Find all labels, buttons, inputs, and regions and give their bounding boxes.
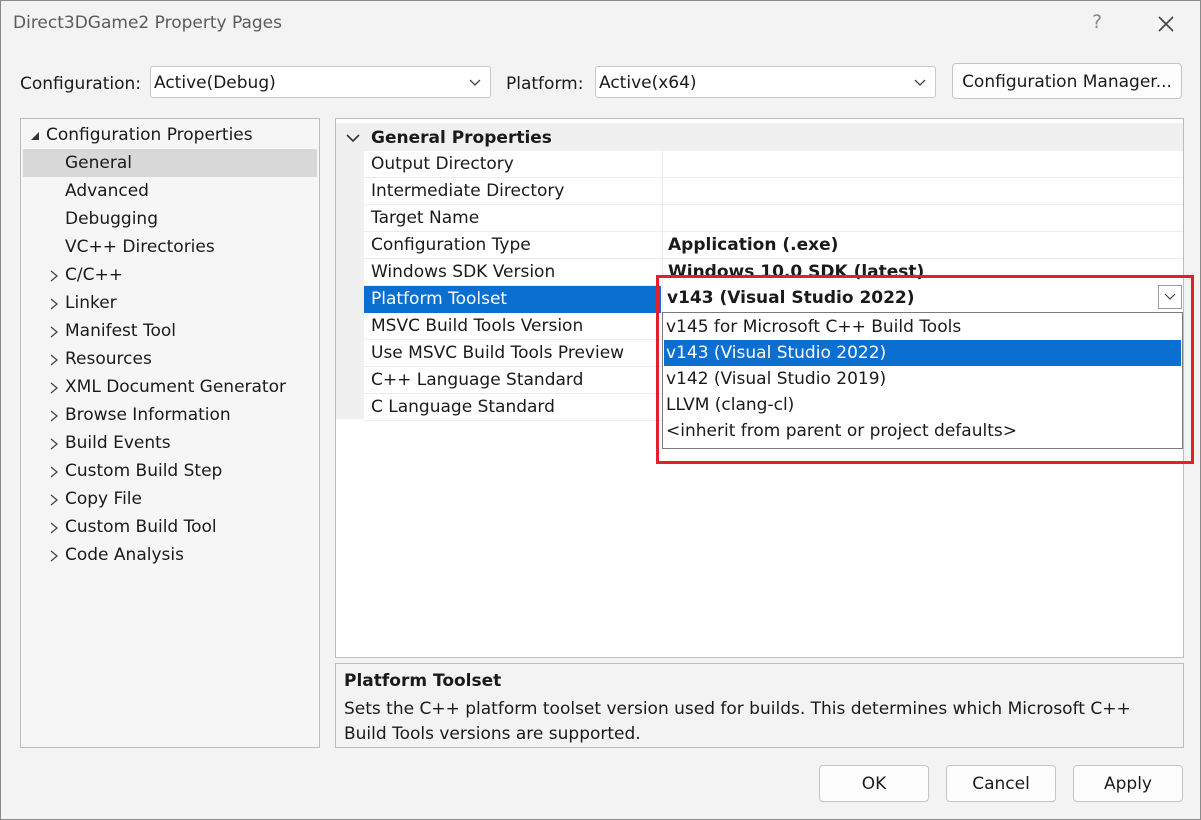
- configuration-value: Active(Debug): [154, 73, 276, 93]
- tree-item-custom-build-tool[interactable]: Custom Build Tool: [21, 513, 319, 541]
- property-name: C Language Standard: [371, 397, 555, 417]
- expand-arrow-icon: [50, 522, 59, 534]
- platform-value: Active(x64): [599, 73, 697, 93]
- expand-arrow-icon: [50, 466, 59, 478]
- expand-arrow-icon: [50, 410, 59, 422]
- property-row[interactable]: Target Name: [364, 205, 1183, 232]
- property-name: Configuration Type: [371, 235, 531, 255]
- tree-item-advanced[interactable]: Advanced: [21, 177, 319, 205]
- expand-arrow-icon: [50, 550, 59, 562]
- property-row[interactable]: Windows SDK Version Windows 10.0 SDK (lat…: [364, 259, 1183, 286]
- platform-label: Platform:: [506, 74, 584, 94]
- description-title: Platform Toolset: [344, 671, 502, 691]
- title-bar: Direct3DGame2 Property Pages ?: [1, 1, 1200, 47]
- platform-select[interactable]: Active(x64): [595, 66, 936, 98]
- grid-gutter: [336, 151, 364, 419]
- chevron-down-icon: [914, 79, 926, 86]
- property-name: Intermediate Directory: [371, 181, 565, 201]
- column-divider: [662, 205, 663, 232]
- property-name: Target Name: [371, 208, 480, 228]
- close-button[interactable]: [1151, 9, 1181, 39]
- property-name: Output Directory: [371, 154, 514, 174]
- chevron-down-icon: [346, 134, 360, 143]
- property-name: Platform Toolset: [371, 289, 508, 309]
- dropdown-option[interactable]: <inherit from parent or project defaults…: [664, 418, 1181, 444]
- tree-item-resources[interactable]: Resources: [21, 345, 319, 373]
- tree-item-configuration-properties[interactable]: Configuration Properties: [21, 121, 319, 149]
- expand-arrow-icon: [50, 270, 59, 282]
- tree-item-general[interactable]: General: [23, 149, 317, 177]
- dropdown-option[interactable]: v142 (Visual Studio 2019): [664, 366, 1181, 392]
- tree-item-build-events[interactable]: Build Events: [21, 429, 319, 457]
- dropdown-option[interactable]: v145 for Microsoft C++ Build Tools: [664, 314, 1181, 340]
- help-button[interactable]: ?: [1085, 11, 1109, 37]
- dropdown-option[interactable]: LLVM (clang-cl): [664, 392, 1181, 418]
- property-row[interactable]: Output Directory: [364, 151, 1183, 178]
- configuration-label: Configuration:: [20, 74, 142, 94]
- close-icon: [1158, 16, 1174, 32]
- apply-button[interactable]: Apply: [1073, 765, 1183, 802]
- platform-toolset-dropdown: v145 for Microsoft C++ Build Tools v143 …: [662, 312, 1183, 449]
- tree-item-linker[interactable]: Linker: [21, 289, 319, 317]
- chevron-down-icon: [1164, 293, 1176, 300]
- tree-item-c-c[interactable]: C/C++: [21, 261, 319, 289]
- property-row[interactable]: Configuration Type Application (.exe): [364, 232, 1183, 259]
- description-text: Sets the C++ platform toolset version us…: [344, 699, 1131, 744]
- window-title: Direct3DGame2 Property Pages: [13, 13, 282, 33]
- expand-arrow-icon: [50, 298, 59, 310]
- property-name: C++ Language Standard: [371, 370, 584, 390]
- platform-toolset-dropdown-button[interactable]: [1158, 285, 1182, 309]
- column-divider: [662, 151, 663, 178]
- tree-item-custom-build-step[interactable]: Custom Build Step: [21, 457, 319, 485]
- expand-arrow-icon: [50, 354, 59, 366]
- tree-item-code-analysis[interactable]: Code Analysis: [21, 541, 319, 569]
- ok-button[interactable]: OK: [819, 765, 929, 802]
- configuration-manager-button[interactable]: Configuration Manager...: [952, 63, 1182, 99]
- tree-item-vc-directories[interactable]: VC++ Directories: [21, 233, 319, 261]
- expand-arrow-icon: [50, 326, 59, 338]
- configuration-select[interactable]: Active(Debug): [150, 66, 491, 98]
- tree-item-xml-document-generator[interactable]: XML Document Generator: [21, 373, 319, 401]
- expand-arrow-icon: [50, 382, 59, 394]
- platform-toolset-combo[interactable]: v143 (Visual Studio 2022): [663, 284, 1182, 311]
- column-divider: [662, 232, 663, 259]
- property-name: MSVC Build Tools Version: [371, 316, 584, 336]
- platform-toolset-value: v143 (Visual Studio 2022): [667, 288, 915, 308]
- expanded-triangle-icon: [31, 132, 39, 140]
- cancel-button[interactable]: Cancel: [946, 765, 1056, 802]
- category-general-properties[interactable]: General Properties: [336, 123, 1183, 151]
- chevron-down-icon: [469, 79, 481, 86]
- tree-item-manifest-tool[interactable]: Manifest Tool: [21, 317, 319, 345]
- property-name: Windows SDK Version: [371, 262, 556, 282]
- property-row[interactable]: Intermediate Directory: [364, 178, 1183, 205]
- property-pages-dialog: Direct3DGame2 Property Pages ? Configura…: [0, 0, 1201, 820]
- tree-item-debugging[interactable]: Debugging: [21, 205, 319, 233]
- expand-arrow-icon: [50, 494, 59, 506]
- tree-item-browse-information[interactable]: Browse Information: [21, 401, 319, 429]
- property-name: Use MSVC Build Tools Preview: [371, 343, 625, 363]
- tree-item-copy-file[interactable]: Copy File: [21, 485, 319, 513]
- property-tree: Configuration Properties General Advance…: [20, 118, 320, 748]
- property-value: Application (.exe): [668, 235, 839, 255]
- column-divider: [662, 178, 663, 205]
- description-panel: Platform Toolset Sets the C++ platform t…: [335, 663, 1184, 748]
- column-divider: [662, 259, 663, 286]
- expand-arrow-icon: [50, 438, 59, 450]
- dropdown-option-selected[interactable]: v143 (Visual Studio 2022): [664, 340, 1181, 366]
- property-value: Windows 10.0 SDK (latest): [668, 262, 925, 282]
